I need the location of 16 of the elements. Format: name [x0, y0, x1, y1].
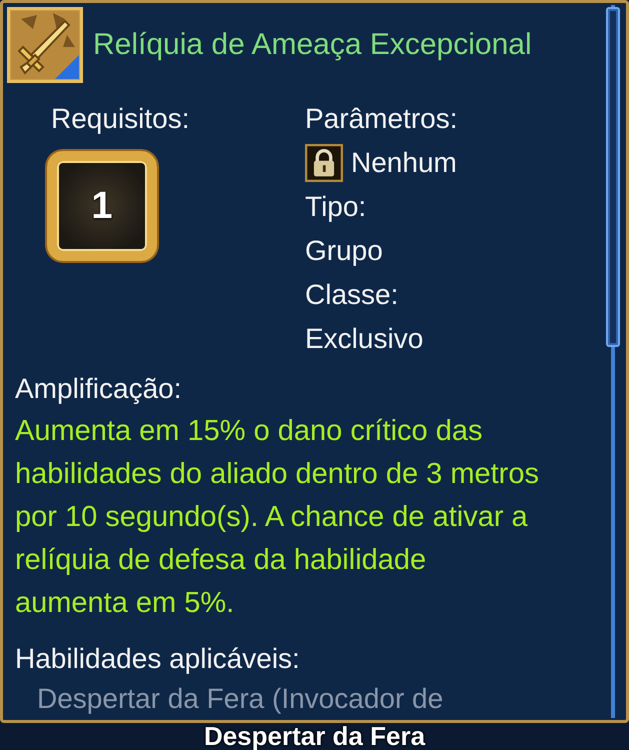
- class-value: Exclusivo: [305, 322, 424, 356]
- scrollbar-thumb[interactable]: [606, 7, 620, 347]
- skills-label: Habilidades aplicáveis:: [14, 642, 300, 676]
- type-value: Grupo: [305, 234, 383, 268]
- item-title: Relíquia de Ameaça Excepcional: [93, 27, 532, 63]
- type-label: Tipo:: [305, 190, 366, 224]
- level-badge: 1: [47, 151, 157, 261]
- parameter-value: Nenhum: [351, 146, 457, 180]
- lock-icon: [305, 144, 343, 182]
- class-label: Classe:: [305, 278, 398, 312]
- amplification-text: Aumenta em 15% o dano crítico das habilidades do aliado dentro de 3 metros por 10 segundo(s). A chance de ativar a relíquia de defesa da habilidade aumenta em 5%.: [14, 414, 539, 621]
- requirements-label: Requisitos:: [51, 102, 190, 136]
- skill-item: Despertar da Fera (Invocador de: [36, 682, 444, 716]
- amplification-label: Amplificação:: [14, 372, 182, 406]
- sword-icon: [7, 7, 83, 83]
- parameters-label: Parâmetros:: [305, 102, 458, 136]
